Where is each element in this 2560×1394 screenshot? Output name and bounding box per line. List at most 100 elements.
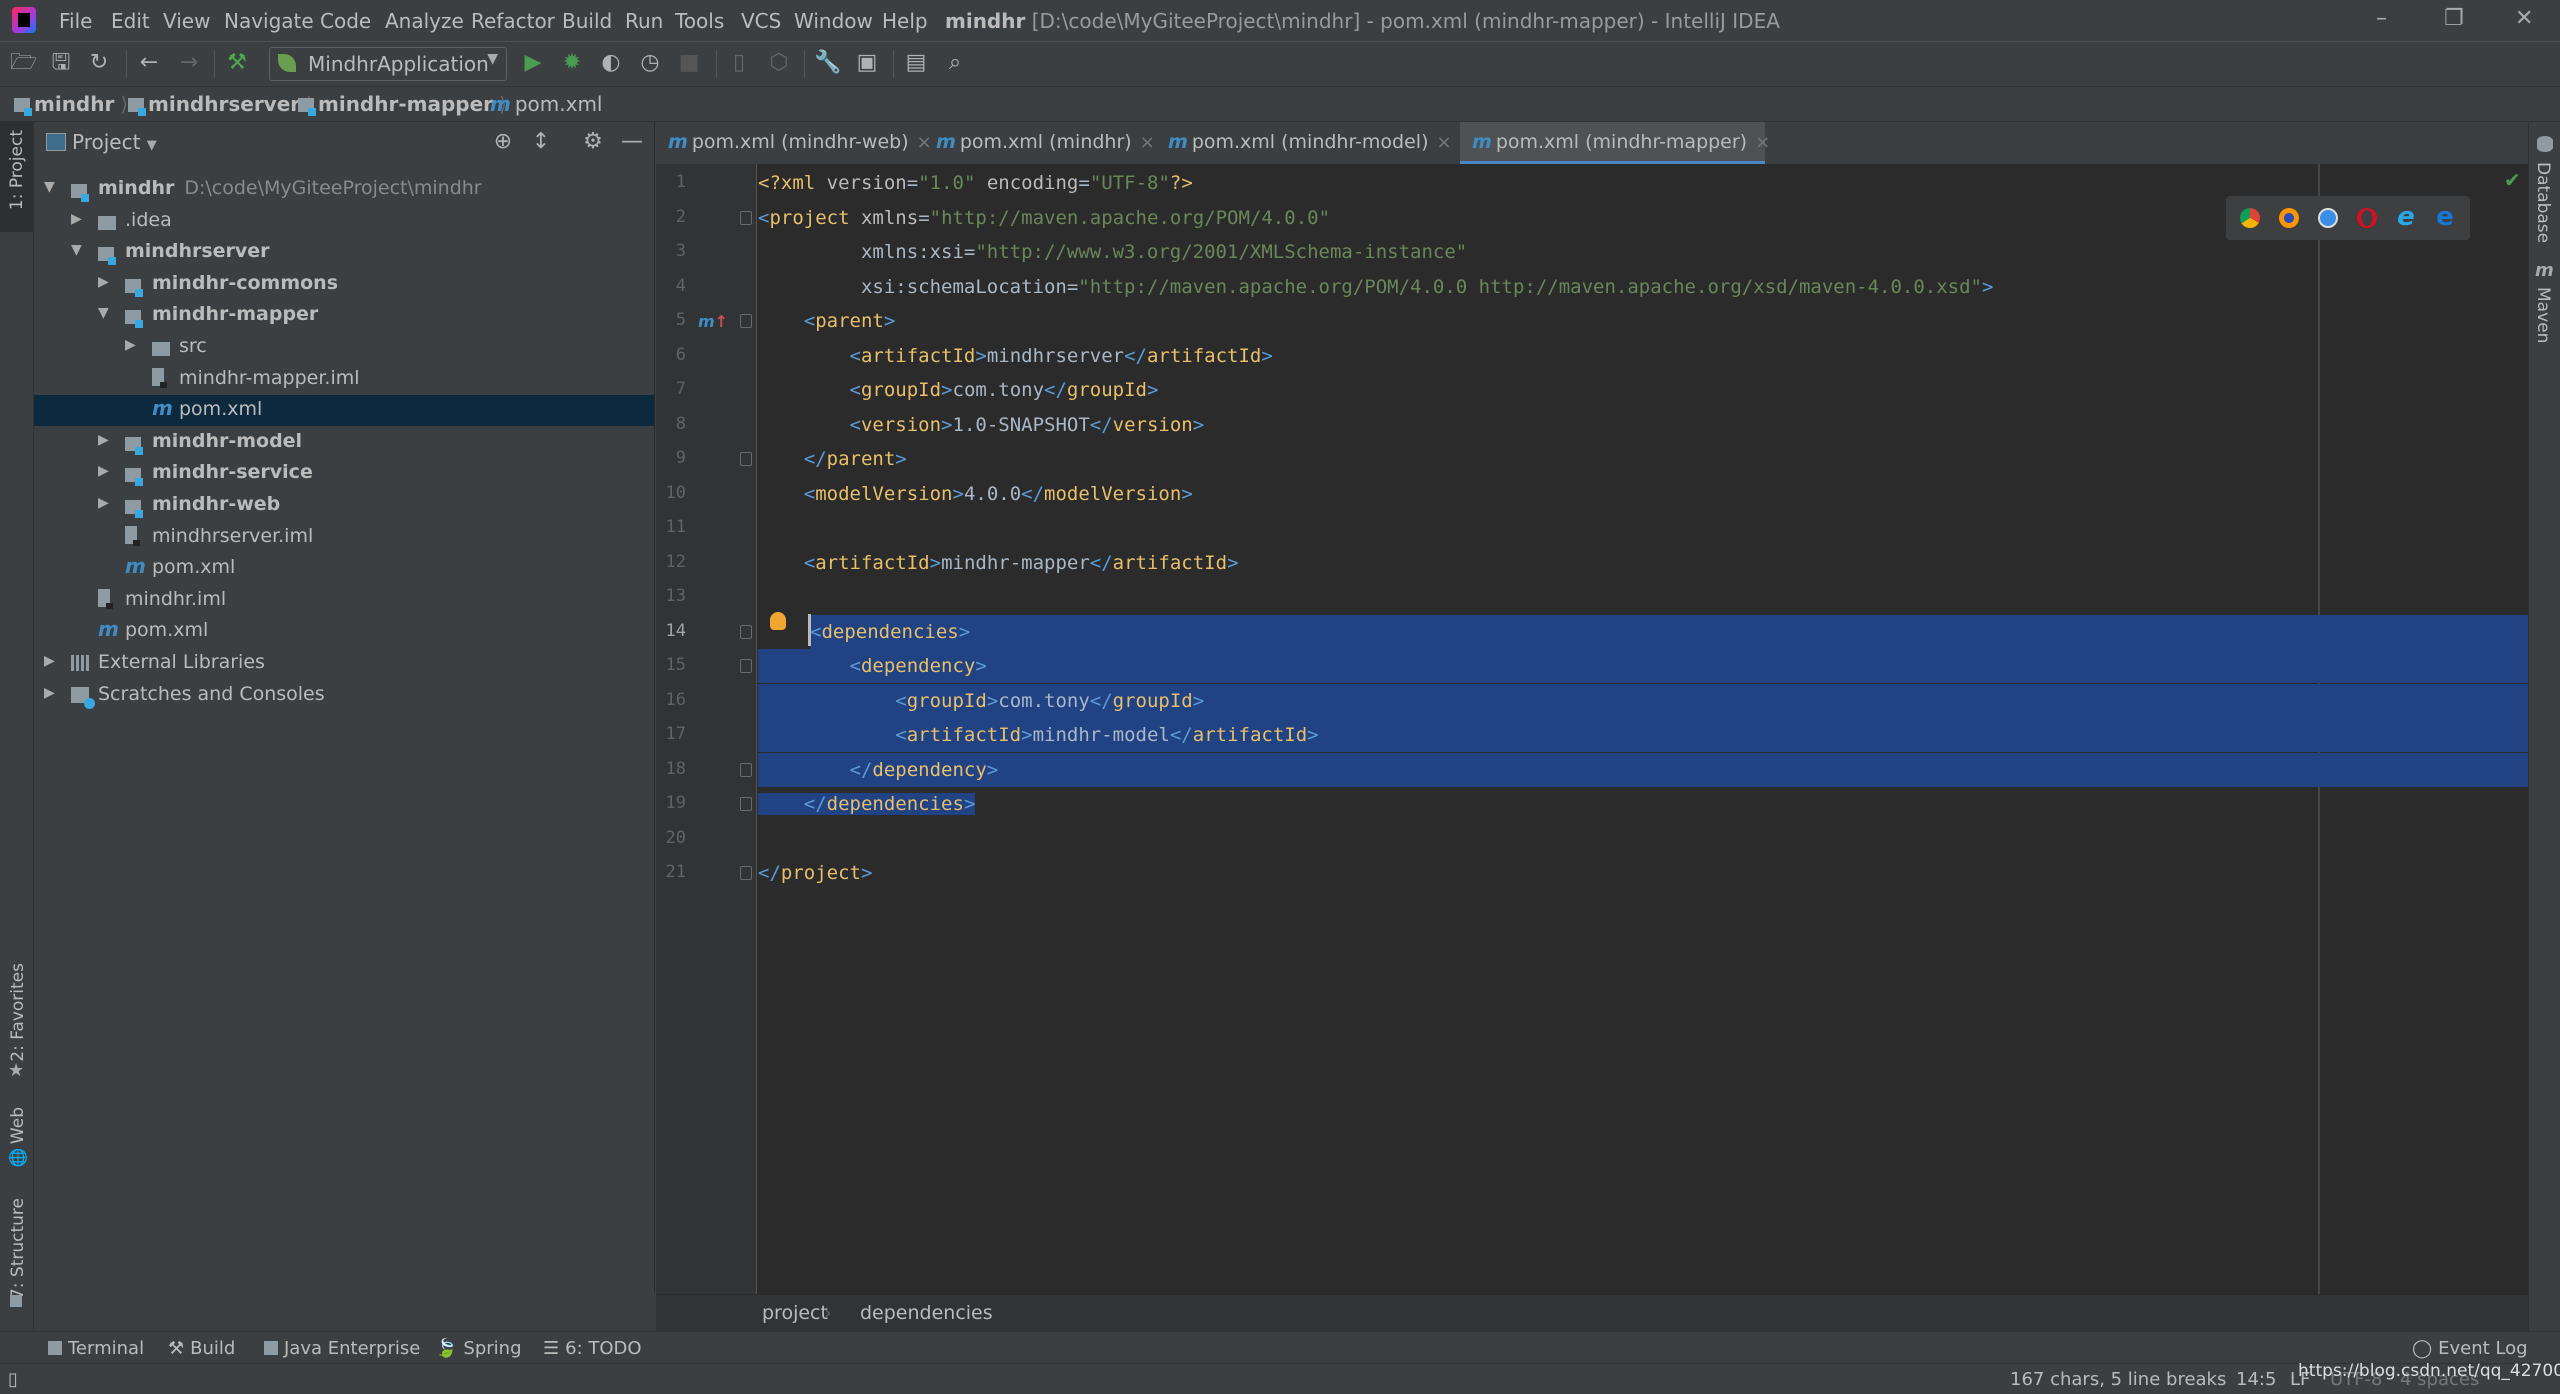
opera-icon[interactable]: [2357, 208, 2377, 228]
expand-arrow-right-icon[interactable]: ▶: [98, 274, 109, 290]
terminal-window-icon[interactable]: ▤: [903, 50, 929, 76]
safari-icon[interactable]: [2318, 208, 2338, 228]
line-number[interactable]: 15: [656, 655, 686, 675]
code-line[interactable]: [758, 822, 2528, 856]
tree-item[interactable]: mindhrserver.iml: [34, 522, 654, 553]
expand-arrow-right-icon[interactable]: ▶: [44, 685, 55, 701]
tree-item[interactable]: ▶ mindhr-web: [34, 490, 654, 521]
sync-icon[interactable]: ↻: [86, 50, 112, 76]
menu-navigate[interactable]: Navigate: [224, 9, 314, 33]
tree-item[interactable]: ▶ mindhr-model: [34, 427, 654, 458]
fold-marker-icon[interactable]: [740, 659, 752, 673]
gear-icon[interactable]: ⚙: [579, 128, 607, 156]
breadcrumb-item[interactable]: m pom.xml: [490, 92, 603, 116]
tree-item[interactable]: ▶ .idea: [34, 206, 654, 237]
tree-item[interactable]: ▶ External Libraries: [34, 648, 654, 679]
hide-panel-icon[interactable]: —: [618, 128, 646, 156]
breadcrumb-item[interactable]: mindhr ⟩: [14, 92, 134, 116]
search-icon[interactable]: ⌕: [942, 50, 968, 76]
editor-breadcrumb-item[interactable]: project: [762, 1302, 828, 1324]
firefox-icon[interactable]: [2279, 208, 2299, 228]
menu-help[interactable]: Help: [882, 9, 928, 33]
menu-vcs[interactable]: VCS: [741, 9, 781, 33]
inspection-ok-icon[interactable]: ✔: [2504, 168, 2521, 192]
expand-arrow-down-icon[interactable]: ▼: [71, 242, 82, 258]
tool-tab-maven[interactable]: Maven: [2533, 287, 2553, 343]
menu-code[interactable]: Code: [320, 9, 371, 33]
line-number[interactable]: 9: [656, 448, 686, 468]
line-number[interactable]: 10: [656, 483, 686, 503]
tree-item[interactable]: ▼ mindhr D:\code\MyGiteeProject\mindhr: [34, 174, 654, 205]
tree-item[interactable]: ▶ mindhr-service: [34, 458, 654, 489]
expand-arrow-right-icon[interactable]: ▶: [98, 463, 109, 479]
expand-arrow-right-icon[interactable]: ▶: [125, 337, 136, 353]
line-number[interactable]: 16: [656, 690, 686, 710]
line-number[interactable]: 20: [656, 828, 686, 848]
line-number[interactable]: 17: [656, 724, 686, 744]
line-number[interactable]: 19: [656, 793, 686, 813]
code-editor[interactable]: 1 2 3 4 5 6 7 8 9 10 11 12 13 14 15 16 17 18 19 20 21 <?xml …: [656, 164, 2528, 1294]
open-icon[interactable]: 🗁: [10, 50, 37, 76]
tree-item[interactable]: m pom.xml: [34, 616, 654, 647]
line-number[interactable]: 8: [656, 414, 686, 434]
fold-marker-icon[interactable]: [740, 452, 752, 466]
menu-run[interactable]: Run: [625, 9, 663, 33]
close-tab-icon[interactable]: ×: [1755, 132, 1770, 153]
expand-arrow-right-icon[interactable]: ▶: [98, 432, 109, 448]
collapse-all-icon[interactable]: ↕: [527, 128, 555, 156]
code-line[interactable]: [758, 580, 2528, 614]
fold-marker-icon[interactable]: [740, 866, 752, 880]
code-line[interactable]: <artifactId>mindhr-mapper</artifactId>: [758, 546, 2528, 580]
line-number[interactable]: 13: [656, 586, 686, 606]
tree-item[interactable]: ▼ mindhrserver: [34, 237, 654, 268]
expand-arrow-down-icon[interactable]: ▼: [44, 179, 55, 195]
profile-icon[interactable]: ◷: [637, 50, 663, 76]
editor-tab[interactable]: m pom.xml (mindhr) ×: [924, 122, 1155, 164]
tree-item[interactable]: ▶ src: [34, 332, 654, 363]
tree-item[interactable]: ▼ mindhr-mapper: [34, 300, 654, 331]
tree-item[interactable]: m pom.xml: [34, 395, 654, 427]
line-number[interactable]: 11: [656, 517, 686, 537]
menu-file[interactable]: File: [59, 9, 92, 33]
tool-tab-web[interactable]: Web: [8, 1107, 28, 1144]
line-number[interactable]: 21: [656, 862, 686, 882]
restore-button[interactable]: ❐: [2444, 6, 2464, 31]
menu-view[interactable]: View: [163, 9, 210, 33]
breadcrumb-item[interactable]: mindhr-mapper ⟩: [298, 92, 513, 116]
code-line[interactable]: </dependency>: [758, 752, 2528, 787]
coverage-icon[interactable]: ◐: [598, 50, 624, 76]
code-line[interactable]: <?xml version="1.0" encoding="UTF-8"?>: [758, 166, 2528, 200]
code-line[interactable]: [758, 511, 2528, 545]
tool-tab-spring[interactable]: 🍃 Spring: [435, 1338, 522, 1359]
line-number[interactable]: 4: [656, 276, 686, 296]
code-line[interactable]: <artifactId>mindhrserver</artifactId>: [758, 339, 2528, 373]
menu-build[interactable]: Build: [562, 9, 612, 33]
expand-arrow-down-icon[interactable]: ▼: [98, 305, 109, 321]
chrome-icon[interactable]: [2240, 208, 2260, 228]
fold-marker-icon[interactable]: [740, 210, 752, 225]
tool-tab-favorites[interactable]: 2: Favorites: [8, 963, 28, 1062]
expand-arrow-right-icon[interactable]: ▶: [44, 653, 55, 669]
stop-icon[interactable]: ■: [676, 50, 702, 76]
ie-icon[interactable]: e: [2396, 204, 2416, 230]
code-line[interactable]: <version>1.0-SNAPSHOT</version>: [758, 408, 2528, 442]
run-icon[interactable]: ▶: [520, 50, 546, 76]
debug-icon[interactable]: ✹: [559, 50, 585, 76]
code-line[interactable]: <parent>: [758, 304, 2528, 338]
device-icon[interactable]: ▯: [726, 50, 752, 76]
close-window-button[interactable]: ✕: [2515, 6, 2533, 31]
minimize-button[interactable]: –: [2376, 6, 2387, 31]
menu-tools[interactable]: Tools: [675, 9, 724, 33]
tree-item[interactable]: ▶ mindhr-commons: [34, 269, 654, 300]
menu-window[interactable]: Window: [794, 9, 873, 33]
fold-marker-icon[interactable]: [740, 314, 752, 328]
project-view-selector[interactable]: Project ▼: [72, 130, 157, 154]
line-number[interactable]: 12: [656, 552, 686, 572]
code-line[interactable]: </parent>: [758, 442, 2528, 476]
tool-tab-java-enterprise[interactable]: Java Enterprise: [264, 1338, 420, 1359]
fold-marker-icon[interactable]: [740, 624, 752, 639]
editor-tab[interactable]: m pom.xml (mindhr-web) ×: [656, 122, 932, 164]
toggle-tool-windows-icon[interactable]: ▯: [8, 1369, 18, 1390]
line-number[interactable]: 7: [656, 379, 686, 399]
code-line[interactable]: <groupId>com.tony</groupId>: [758, 373, 2528, 407]
